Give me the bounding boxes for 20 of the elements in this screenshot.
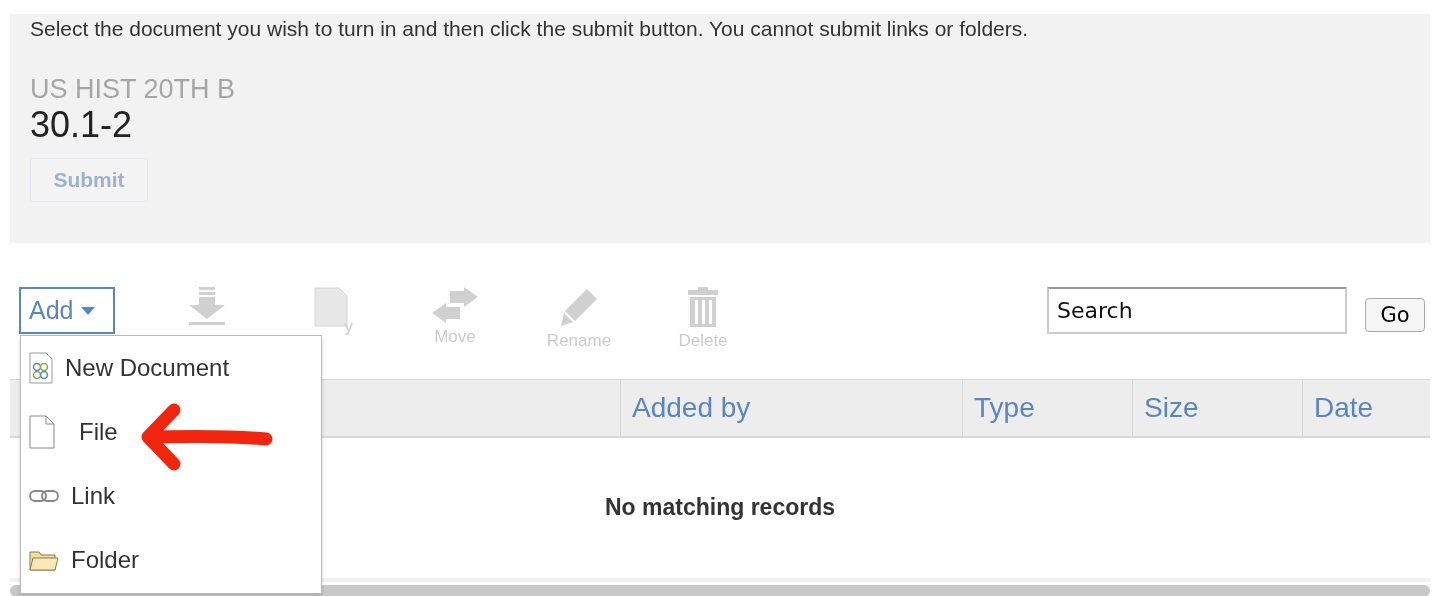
menu-item[interactable]: File [29,400,313,464]
file-icon [29,415,55,449]
assignment-title: 30.1-2 [30,105,134,145]
column-header[interactable]: Date [1302,380,1430,436]
caret-icon [81,306,96,315]
empty-message: No matching records [604,494,835,522]
link-icon [29,488,59,504]
go-button[interactable]: Go [1365,298,1425,332]
menu-item[interactable]: Folder [29,528,313,592]
menu-item[interactable]: New Document [29,336,313,400]
instructions-text: Select the document you wish to turn in and then click the submit button. You cannot submit links or folders. [30,16,1030,41]
column-header[interactable]: Type [962,380,1132,436]
document-icon [29,352,53,384]
search-field[interactable]: Search [1047,287,1347,334]
column-header[interactable]: Size [1132,380,1302,436]
add-button[interactable]: Add [19,287,115,334]
column-header[interactable]: Added by [620,380,962,436]
folder-icon [29,549,59,571]
course-name: US HIST 20TH B [30,74,237,105]
menu-item[interactable]: Link [29,464,313,528]
